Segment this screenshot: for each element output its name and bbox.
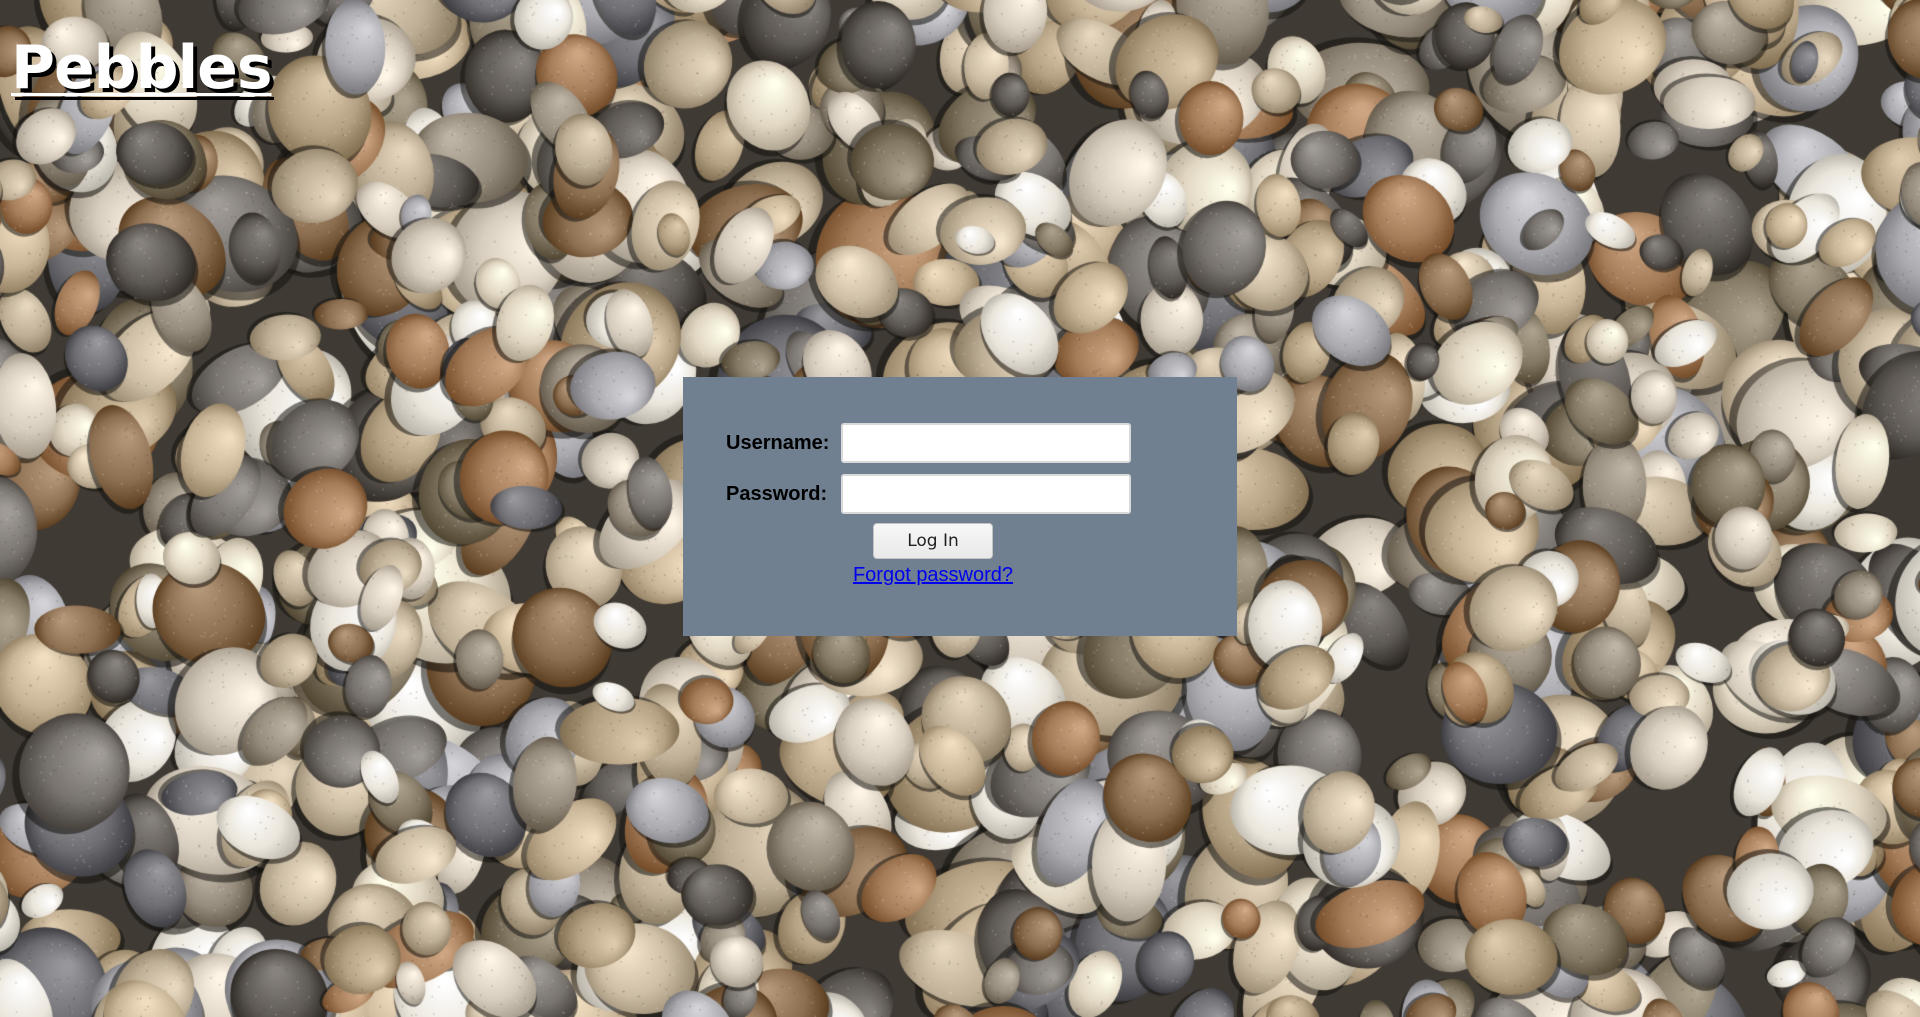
login-panel: Username: Password: Log In Forgot passwo… (683, 377, 1237, 636)
username-row: Username: (726, 421, 1131, 465)
password-input[interactable] (841, 474, 1131, 514)
password-row: Password: (726, 472, 1131, 516)
forgot-password-link[interactable]: Forgot password? (683, 564, 1183, 587)
username-label: Username: (726, 431, 830, 454)
login-button[interactable]: Log In (873, 523, 993, 559)
password-label: Password: (726, 482, 828, 505)
username-input[interactable] (841, 423, 1131, 463)
page-title: Pebbles (11, 33, 273, 103)
